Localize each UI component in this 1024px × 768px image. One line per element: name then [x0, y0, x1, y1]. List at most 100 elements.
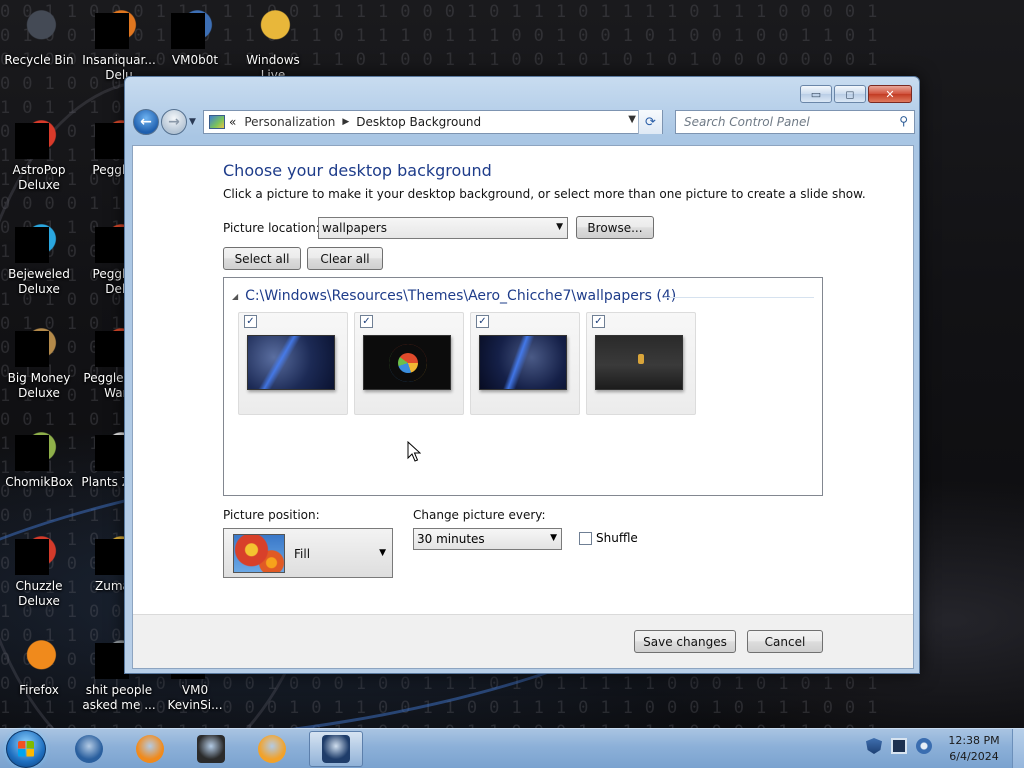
desktop-icon-label: Firefox	[19, 683, 59, 697]
gallery-folder-path: C:\Windows\Resources\Themes\Aero_Chicche…	[245, 288, 677, 304]
wallpaper-thumbnail[interactable]: ✓	[354, 312, 464, 415]
icon-overlay	[15, 435, 49, 471]
search-input[interactable]: Search Control Panel ⚲	[675, 110, 915, 134]
wallpaper-thumbnail[interactable]: ✓	[586, 312, 696, 415]
chevron-down-icon: ▼	[379, 548, 386, 558]
breadcrumb-separator[interactable]: ▶	[342, 117, 349, 127]
control-panel-icon	[209, 115, 225, 129]
action-center-shield-icon[interactable]	[866, 738, 882, 754]
browse-button[interactable]: Browse...	[576, 216, 654, 239]
shuffle-checkbox[interactable]: Shuffle	[579, 531, 638, 545]
forward-button[interactable]: →	[161, 109, 187, 135]
firefox-icon	[136, 735, 164, 763]
desktop-icon-label: ChomikBox	[5, 475, 73, 489]
tb-app-globe[interactable]	[62, 731, 116, 767]
wallpaper-thumbnail[interactable]: ✓	[238, 312, 348, 415]
astropop-icon	[15, 115, 63, 159]
refresh-icon: ⟳	[645, 114, 656, 130]
tb-app-media[interactable]	[184, 731, 238, 767]
breadcrumb-chevron[interactable]: «	[229, 115, 236, 129]
firefox-icon	[15, 635, 63, 679]
close-icon: ✕	[885, 87, 895, 101]
position-preview-image	[233, 534, 285, 573]
picture-position-select[interactable]: Fill ▼	[223, 528, 393, 578]
change-picture-select[interactable]: 30 minutes ▼	[413, 528, 562, 550]
dialog-footer: Save changes Cancel	[133, 614, 913, 668]
desktop-icon[interactable]: Windows Live	[234, 5, 312, 83]
tb-app-firefox[interactable]	[123, 731, 177, 767]
desktop-icon-label: Big Money Deluxe	[7, 371, 71, 400]
system-clock[interactable]: 12:38 PM 6/4/2024	[938, 733, 1010, 765]
desktop-icon[interactable]: Recycle Bin	[0, 5, 78, 68]
desktop-icon-label: VM0 KevinSi...	[167, 683, 223, 712]
select-all-button[interactable]: Select all	[223, 247, 301, 270]
desktop-icon[interactable]: Bejeweled Deluxe	[0, 219, 78, 297]
gallery-header-divider	[664, 297, 814, 298]
thumbnail-checkbox[interactable]: ✓	[360, 315, 373, 328]
clock-time: 12:38 PM	[948, 734, 1000, 747]
desktop-icon-label: Chuzzle Deluxe	[15, 579, 63, 608]
gallery-group-header[interactable]: ◢ C:\Windows\Resources\Themes\Aero_Chicc…	[232, 288, 676, 304]
recent-pages-dropdown[interactable]: ▼	[189, 117, 196, 127]
mouse-cursor-icon	[407, 441, 421, 462]
maximize-button[interactable]: ◻	[834, 85, 866, 103]
collapse-triangle-icon[interactable]: ◢	[232, 292, 238, 301]
icon-overlay	[15, 227, 49, 263]
cancel-button[interactable]: Cancel	[747, 630, 823, 653]
chomikbox-icon	[15, 427, 63, 471]
address-bar[interactable]: « Personalization ▶ Desktop Background ▼…	[203, 110, 663, 134]
desktop-icon[interactable]: Insaniquar... Delu	[80, 5, 158, 83]
tb-app-personalization[interactable]	[309, 731, 363, 767]
breadcrumb-desktop-background[interactable]: Desktop Background	[356, 115, 481, 129]
breadcrumb-personalization[interactable]: Personalization	[244, 115, 335, 129]
wallpaper-preview-image	[247, 335, 335, 390]
desktop-icon[interactable]: AstroPop Deluxe	[0, 115, 78, 193]
desktop-icon-label: Recycle Bin	[4, 53, 74, 67]
picture-location-label: Picture location:	[223, 221, 320, 235]
desktop-icon[interactable]: Firefox	[0, 635, 78, 698]
thumbnail-checkbox[interactable]: ✓	[244, 315, 257, 328]
tb-app-player[interactable]	[245, 731, 299, 767]
refresh-button[interactable]: ⟳	[638, 110, 662, 134]
network-icon[interactable]	[891, 738, 907, 754]
desktop-icon-label: AstroPop Deluxe	[12, 163, 66, 192]
save-changes-button[interactable]: Save changes	[634, 630, 736, 653]
picture-location-select[interactable]: wallpapers ▼	[318, 217, 568, 239]
thumbnail-checkbox[interactable]: ✓	[476, 315, 489, 328]
wallpaper-preview-image	[595, 335, 683, 390]
start-button[interactable]	[6, 730, 46, 768]
picture-position-label: Picture position:	[223, 508, 320, 522]
picture-location-value: wallpapers	[322, 221, 387, 235]
desktop-icon[interactable]: Big Money Deluxe	[0, 323, 78, 401]
icon-overlay	[15, 539, 49, 575]
title-buttons: ▭ ◻ ✕	[800, 85, 912, 103]
taskbar: 12:38 PM 6/4/2024	[0, 728, 1024, 768]
bejeweled-icon	[15, 219, 63, 263]
media-player-icon	[258, 735, 286, 763]
recycle-bin-icon	[15, 5, 63, 49]
maximize-icon: ◻	[845, 87, 855, 101]
thumbnail-checkbox[interactable]: ✓	[592, 315, 605, 328]
clear-all-button[interactable]: Clear all	[307, 247, 383, 270]
insaniquarium-icon	[95, 5, 143, 49]
desktop-icon[interactable]: VM0b0t	[156, 5, 234, 68]
notification-area	[866, 738, 932, 754]
close-button[interactable]: ✕	[868, 85, 912, 103]
volume-icon[interactable]	[916, 738, 932, 754]
chuzzle-icon	[15, 531, 63, 575]
show-desktop-button[interactable]	[1012, 729, 1024, 768]
search-icon[interactable]: ⚲	[899, 114, 908, 128]
address-dropdown-icon[interactable]: ▼	[628, 114, 636, 125]
desktop-icon[interactable]: ChomikBox	[0, 427, 78, 490]
shuffle-checkbox-box[interactable]	[579, 531, 592, 545]
forward-arrow-icon: →	[168, 114, 180, 130]
back-button[interactable]: ←	[133, 109, 159, 135]
change-picture-value: 30 minutes	[417, 532, 485, 546]
shuffle-label: Shuffle	[596, 531, 638, 545]
navigation-bar: ← → ▼ « Personalization ▶ Desktop Backgr…	[131, 109, 915, 135]
personalization-icon	[322, 735, 350, 763]
wallpaper-thumbnail[interactable]: ✓	[470, 312, 580, 415]
minimize-button[interactable]: ▭	[800, 85, 832, 103]
desktop-icon[interactable]: Chuzzle Deluxe	[0, 531, 78, 609]
page-description: Click a picture to make it your desktop …	[223, 187, 866, 201]
